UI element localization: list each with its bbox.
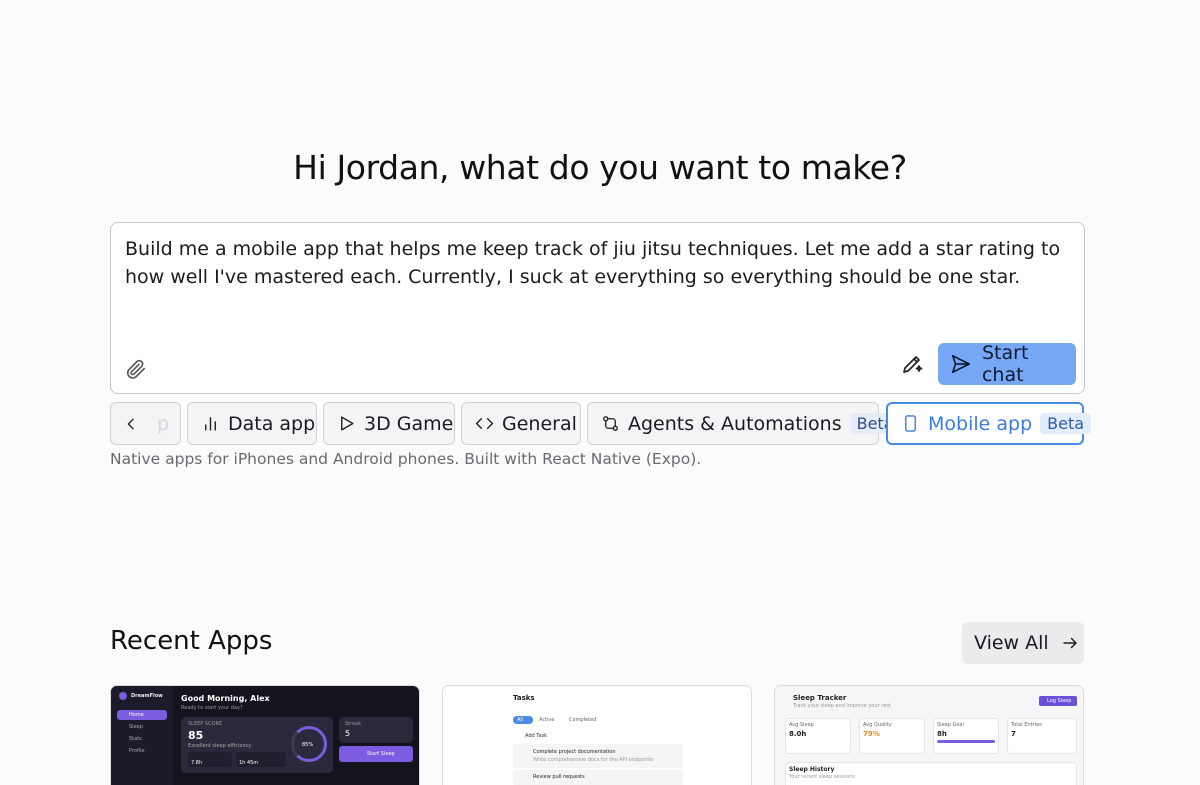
score-value: 85 — [188, 729, 204, 742]
task-2: Review pull requests — [533, 774, 585, 780]
streak-label: Streak — [345, 721, 362, 727]
smartphone-icon — [905, 415, 916, 432]
stat-label: Avg Quality — [863, 722, 892, 728]
tab-partial-label: p — [157, 412, 170, 435]
prompt-input[interactable]: Build me a mobile app that helps me keep… — [110, 222, 1085, 394]
recent-apps-title: Recent Apps — [110, 626, 273, 656]
arrow-right-icon — [1062, 637, 1077, 649]
card-subtitle: Track your sleep and improve your rest — [793, 703, 891, 709]
card-title: Tasks — [513, 694, 535, 702]
log-sleep-button[interactable]: Log Sleep — [1047, 698, 1071, 704]
nav-stats: Stats — [129, 736, 142, 742]
ring-value: 85% — [302, 742, 314, 748]
nav-home: Home — [129, 712, 144, 718]
card-subtitle: Ready to start your day? — [181, 705, 243, 711]
tab-general[interactable]: General — [461, 402, 581, 445]
tab-agents-automations[interactable]: Agents & Automations Beta — [587, 402, 901, 445]
beta-badge: Beta — [1040, 413, 1092, 434]
bar-chart-icon — [205, 417, 216, 431]
view-all-label: View All — [974, 632, 1049, 654]
play-icon — [341, 416, 354, 431]
stat-value: 8h — [937, 730, 947, 738]
stat-deep-sleep: 1h 45m — [239, 760, 259, 766]
tab-mobile-app[interactable]: Mobile app Beta — [886, 402, 1092, 445]
start-chat-button[interactable]: Start chat — [938, 342, 1076, 386]
magic-pen-icon[interactable] — [900, 352, 924, 376]
filter-completed: Completed — [569, 717, 597, 723]
tab-3d-game[interactable]: 3D Game — [323, 402, 455, 445]
tab-label: General — [502, 412, 577, 435]
task-1: Complete project documentation — [533, 749, 616, 755]
add-task: Add Task — [525, 733, 548, 739]
card-title: Sleep Tracker — [793, 694, 847, 702]
prompt-text[interactable]: Build me a mobile app that helps me keep… — [125, 235, 1070, 291]
view-all-button[interactable]: View All — [962, 622, 1084, 664]
score-label: SLEEP SCORE — [188, 721, 223, 727]
stat-value: 7 — [1011, 730, 1016, 738]
filter-all: All — [517, 717, 524, 723]
nav-sleep: Sleep — [129, 724, 143, 730]
tab-label: Mobile app — [928, 412, 1033, 435]
stat-value: 79% — [863, 730, 880, 738]
stat-label: Total Entries — [1011, 722, 1042, 728]
page-heading: Hi Jordan, what do you want to make? — [293, 148, 907, 187]
tab-label: Data app — [228, 412, 316, 435]
app-type-tabs: p Data app 3D Game General Agents & Auto… — [110, 402, 1092, 445]
stat-label: Sleep Goal — [937, 722, 964, 728]
history-note: Your recent sleep sessions — [789, 774, 855, 780]
app-type-description: Native apps for iPhones and Android phon… — [110, 450, 702, 468]
recent-app-card-sleep-tracker[interactable]: Sleep Tracker Track your sleep and impro… — [774, 685, 1084, 785]
git-compare-icon — [603, 416, 618, 431]
stat-value: 8.0h — [789, 730, 807, 738]
nav-profile: Profile — [129, 748, 145, 754]
start-sleep-label: Start Sleep — [367, 751, 395, 757]
score-note: Excellent sleep efficiency — [188, 743, 252, 749]
app-logo-icon — [119, 692, 127, 700]
start-chat-label: Start chat — [981, 342, 1029, 386]
task-1-note: Write comprehensive docs for the API end… — [533, 757, 654, 763]
stat-label: Avg Sleep — [789, 722, 814, 728]
tab-label: 3D Game — [364, 412, 454, 435]
streak-value: 5 — [345, 729, 351, 738]
tab-label: Agents & Automations — [628, 412, 842, 435]
card-brand: DreamFlow — [131, 693, 163, 699]
stat-duration: 7.8h — [191, 760, 203, 766]
paperclip-icon[interactable] — [125, 358, 147, 380]
code-icon — [475, 418, 494, 429]
filter-active: Active — [539, 717, 555, 723]
tab-data-app[interactable]: Data app — [187, 402, 317, 445]
chevron-left-icon[interactable] — [123, 416, 139, 432]
card-greeting: Good Morning, Alex — [181, 694, 270, 703]
send-icon — [951, 354, 971, 374]
tab-scroll-left[interactable]: p — [110, 402, 181, 445]
history-title: Sleep History — [789, 766, 835, 773]
recent-app-card-tasks[interactable]: Tasks All Active Completed Add Task Comp… — [442, 685, 752, 785]
recent-app-card-dreamflow[interactable]: DreamFlow Home Sleep Stats Profile Good … — [110, 685, 420, 785]
